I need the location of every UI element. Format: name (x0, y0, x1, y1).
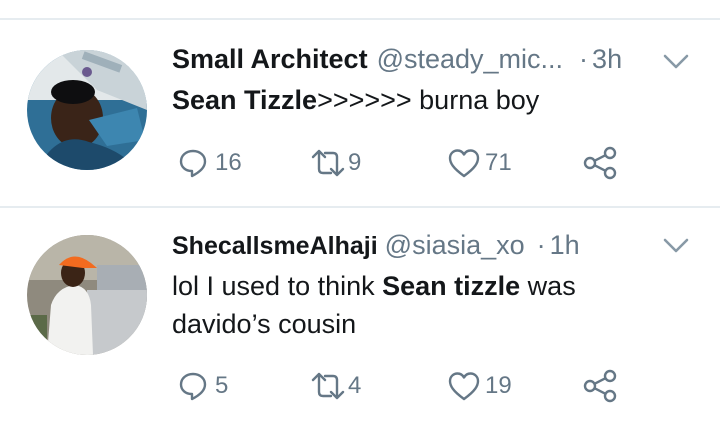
user-handle[interactable]: @siasia_xo (385, 228, 525, 262)
tweet-text-line2: davido’s cousin (172, 306, 356, 342)
retweet-icon (310, 370, 346, 402)
tweet-header: ShecallsmeAlhaji @siasia_xo · 1h (172, 228, 580, 263)
timestamp[interactable]: 1h (550, 228, 580, 262)
chevron-down-icon[interactable] (662, 52, 690, 72)
display-name[interactable]: ShecallsmeAlhaji (172, 229, 378, 263)
tweet-text-part: lol I used to think (172, 271, 383, 301)
like-button[interactable]: 19 (447, 366, 512, 406)
share-button[interactable] (582, 366, 618, 406)
retweet-count: 4 (348, 372, 362, 399)
tweet-text-part: was (520, 271, 576, 301)
tweet-text: lol I used to think Sean tizzle was (172, 268, 576, 304)
reply-icon (177, 370, 209, 402)
like-count: 19 (485, 372, 512, 399)
retweet-icon (310, 147, 346, 179)
tweet-text: Sean Tizzle>>>>>> burna boy (172, 82, 539, 118)
reply-button[interactable]: 5 (177, 366, 228, 406)
heart-icon (447, 147, 481, 179)
tweet-text-bold: Sean tizzle (382, 271, 521, 301)
separator-dot: · (579, 44, 589, 74)
avatar[interactable] (27, 235, 147, 355)
share-button[interactable] (582, 143, 618, 183)
avatar[interactable] (27, 50, 147, 170)
tweet-actions: 5 4 19 (172, 366, 672, 406)
retweet-count: 9 (348, 149, 362, 176)
reply-count: 16 (215, 149, 242, 176)
share-icon (582, 145, 618, 181)
heart-icon (447, 370, 481, 402)
timestamp[interactable]: 3h (592, 42, 622, 76)
tweet-actions: 16 9 71 (172, 143, 672, 183)
display-name[interactable]: Small Architect (172, 42, 368, 76)
share-icon (582, 368, 618, 404)
chevron-down-icon[interactable] (662, 236, 690, 256)
reply-count: 5 (215, 372, 229, 399)
like-count: 71 (485, 149, 512, 176)
user-handle[interactable]: @steady_mic... (377, 42, 563, 76)
tweet-text-part: davido’s cousin (172, 309, 357, 339)
tweet-2[interactable]: ShecallsmeAlhaji @siasia_xo · 1h lol I u… (0, 208, 720, 430)
like-button[interactable]: 71 (447, 143, 512, 183)
tweet-header: Small Architect @steady_mic... · 3h (172, 42, 622, 76)
retweet-button[interactable]: 4 (310, 366, 361, 406)
retweet-button[interactable]: 9 (310, 143, 361, 183)
tweet-text-bold: Sean Tizzle (172, 85, 318, 115)
tweet-text-rest: >>>>>> burna boy (317, 85, 540, 115)
reply-icon (177, 147, 209, 179)
reply-button[interactable]: 16 (177, 143, 242, 183)
separator-dot: · (536, 230, 546, 260)
tweet-1[interactable]: Small Architect @steady_mic... · 3h Sean… (0, 20, 720, 206)
